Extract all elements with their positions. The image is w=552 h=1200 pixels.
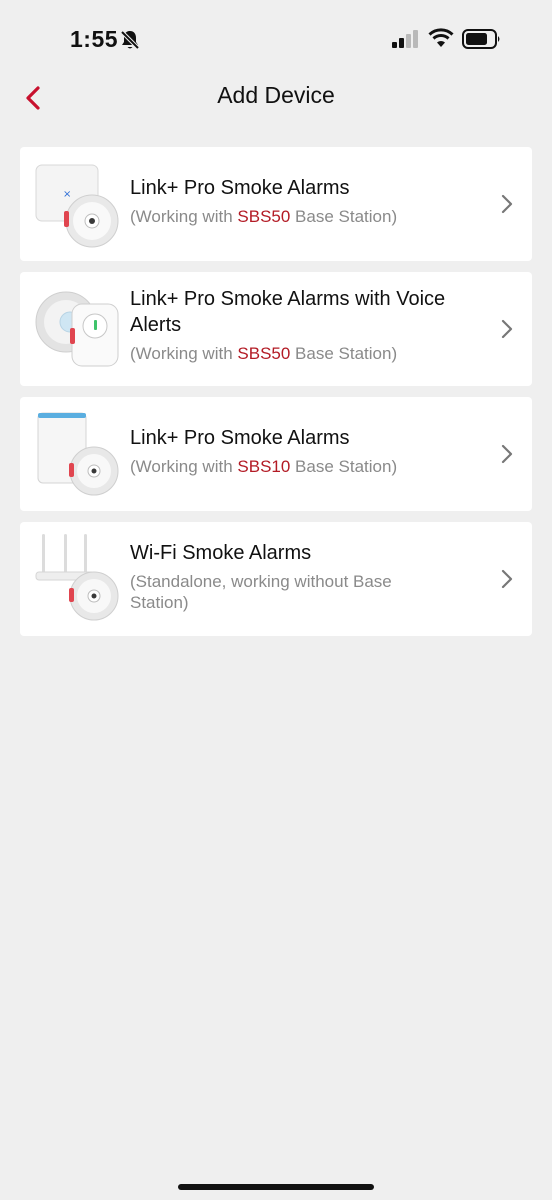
subtitle-suffix: Base Station) bbox=[290, 457, 398, 476]
device-image bbox=[34, 284, 126, 374]
status-bar: 1:55 bbox=[0, 0, 552, 80]
device-info: Link+ Pro Smoke Alarms (Working with SBS… bbox=[130, 425, 470, 477]
home-indicator[interactable] bbox=[178, 1184, 374, 1190]
device-info: Wi-Fi Smoke Alarms (Standalone, working … bbox=[130, 540, 400, 613]
page-title: Add Device bbox=[217, 82, 335, 108]
chevron-right-icon bbox=[501, 319, 513, 339]
subtitle-prefix: (Working with bbox=[130, 207, 238, 226]
nav-bar: Add Device bbox=[0, 78, 552, 118]
device-card-link-pro-sbs10[interactable]: Link+ Pro Smoke Alarms (Working with SBS… bbox=[20, 397, 532, 511]
chevron-right-icon bbox=[501, 569, 513, 589]
device-image: × bbox=[34, 159, 126, 249]
device-name: Link+ Pro Smoke Alarms bbox=[130, 177, 350, 199]
chevron-right-icon bbox=[501, 194, 513, 214]
device-card-link-pro-voice-sbs50[interactable]: Link+ Pro Smoke Alarms with Voice Alerts… bbox=[20, 272, 532, 386]
subtitle-prefix: (Working with bbox=[130, 344, 238, 363]
battery-icon bbox=[462, 29, 502, 54]
device-subtitle: (Working with SBS50 Base Station) bbox=[130, 206, 470, 227]
device-info: Link+ Pro Smoke Alarms (Working with SBS… bbox=[130, 175, 470, 227]
device-info: Link+ Pro Smoke Alarms with Voice Alerts… bbox=[130, 286, 470, 364]
base-station-model: SBS10 bbox=[237, 457, 291, 476]
device-name: Link+ Pro Smoke Alarms with Voice Alerts bbox=[130, 288, 446, 336]
device-image bbox=[34, 409, 126, 499]
device-card-link-pro-sbs50[interactable]: × Link+ Pro Smoke Alarms (Working with S… bbox=[20, 147, 532, 261]
chevron-right-icon bbox=[501, 444, 513, 464]
device-card-wifi-smoke[interactable]: Wi-Fi Smoke Alarms (Standalone, working … bbox=[20, 522, 532, 636]
device-subtitle: (Working with SBS50 Base Station) bbox=[130, 343, 470, 364]
svg-text:×: × bbox=[63, 189, 71, 200]
subtitle-suffix: Base Station) bbox=[290, 344, 398, 363]
device-name: Link+ Pro Smoke Alarms bbox=[130, 427, 350, 449]
device-list: × Link+ Pro Smoke Alarms (Working with S… bbox=[20, 147, 532, 647]
status-time: 1:55 bbox=[70, 26, 119, 52]
subtitle-suffix: Base Station) bbox=[290, 207, 398, 226]
bell-muted-icon bbox=[120, 29, 140, 56]
subtitle-prefix: (Working with bbox=[130, 457, 238, 476]
base-station-model: SBS50 bbox=[237, 207, 291, 226]
base-station-model: SBS50 bbox=[237, 344, 291, 363]
device-image bbox=[34, 534, 126, 624]
cellular-signal-icon bbox=[392, 30, 420, 53]
device-subtitle: (Working with SBS10 Base Station) bbox=[130, 456, 470, 477]
device-name: Wi-Fi Smoke Alarms bbox=[130, 542, 312, 564]
wifi-icon bbox=[428, 28, 454, 53]
device-subtitle: (Standalone, working without Base Statio… bbox=[130, 572, 392, 612]
